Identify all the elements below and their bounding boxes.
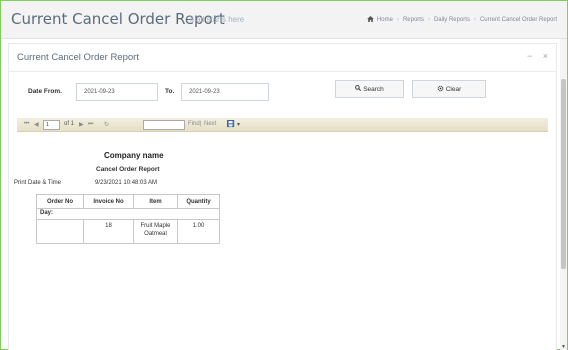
table-header-row: Order No Invoice No Item Quantity (36, 194, 220, 209)
refresh-icon[interactable]: ↻ (104, 121, 109, 128)
column-header: Invoice No (83, 194, 134, 209)
find-separator: | (200, 121, 202, 127)
search-icon (355, 85, 362, 93)
print-date-value: 9/23/2021 10:48:03 AM (95, 180, 158, 186)
next-page-icon[interactable]: ▶ (79, 121, 84, 128)
table-row: 18 Fruit Maple Oatmeal 1.00 (36, 219, 220, 244)
date-from-input[interactable]: 2021-09-23 (76, 83, 158, 101)
date-from-label: Date From. (28, 88, 62, 95)
breadcrumb-current: Current Cancel Order Report (479, 17, 557, 23)
close-icon[interactable]: × (543, 51, 548, 61)
report-table: Order No Invoice No Item Quantity Day: 1… (36, 194, 220, 244)
report-company-name: Company name (104, 151, 164, 160)
report-portlet: Current Cancel Order Report − × Date Fro… (8, 43, 557, 350)
page-count: of 1 (64, 121, 75, 127)
gear-icon (437, 85, 444, 94)
clear-button-label: Clear (445, 85, 462, 93)
report-name: Cancel Order Report (96, 166, 160, 173)
portlet-title: Current Cancel Order Report (17, 52, 139, 63)
breadcrumb-daily-reports[interactable]: Daily Reports (434, 17, 470, 23)
print-date-label: Print Date & Time (14, 180, 62, 186)
scrollbar-thumb[interactable] (561, 79, 566, 269)
breadcrumb: Home › Reports › Daily Reports › Current… (367, 16, 557, 24)
breadcrumb-separator: › (427, 17, 430, 23)
item-name-line: Oatmeal (144, 231, 167, 237)
breadcrumb-reports[interactable]: Reports (403, 17, 424, 23)
search-button-label: Search (363, 85, 384, 93)
scroll-down-arrow-icon[interactable]: ▼ (561, 344, 566, 350)
column-header: Item (133, 194, 178, 209)
collapse-icon[interactable]: − (527, 51, 532, 61)
app-window: { "header": { "title": "Current Cancel O… (0, 0, 568, 350)
export-dropdown-caret[interactable]: ▾ (237, 121, 240, 128)
column-header: Quantity (177, 194, 220, 209)
item-name-line: Fruit Maple (140, 223, 171, 229)
find-link[interactable]: Find (188, 121, 200, 127)
search-button[interactable]: Search (335, 80, 404, 98)
day-label: Day: (36, 208, 220, 220)
clear-button[interactable]: Clear (412, 80, 486, 98)
order-no-cell (36, 219, 84, 244)
export-icon[interactable] (227, 120, 236, 130)
find-next-link[interactable]: Next (204, 121, 216, 127)
previous-page-icon[interactable]: ◀ (34, 121, 39, 128)
date-to-label: To. (165, 88, 175, 95)
invoice-no-cell: 18 (83, 219, 134, 244)
breadcrumb-separator: › (396, 17, 399, 23)
portlet-tools: − × (519, 51, 548, 61)
first-page-icon[interactable]: ⏮ (24, 121, 29, 128)
last-page-icon[interactable]: ⏭ (88, 121, 93, 128)
breadcrumb-separator: › (473, 17, 476, 23)
vertical-scrollbar[interactable]: ▼ (560, 39, 567, 350)
page-subtitle: it all starts here (190, 15, 245, 24)
column-header: Order No (36, 194, 84, 209)
report-viewer-toolbar: ⏮ ◀ 1 of 1 ▶ ⏭ ↻ Find | Next ▾ (17, 118, 548, 132)
find-input[interactable] (143, 120, 185, 130)
quantity-cell: 1.00 (177, 219, 220, 244)
page-header: Current Cancel Order Report it all start… (1, 1, 567, 39)
item-cell: Fruit Maple Oatmeal (133, 219, 178, 244)
day-group-row: Day: (36, 208, 220, 220)
page-number-input[interactable]: 1 (43, 120, 60, 130)
date-to-input[interactable]: 2021-09-23 (181, 83, 269, 101)
breadcrumb-home[interactable]: Home (377, 17, 393, 23)
home-icon (367, 16, 374, 24)
divider (9, 71, 556, 72)
